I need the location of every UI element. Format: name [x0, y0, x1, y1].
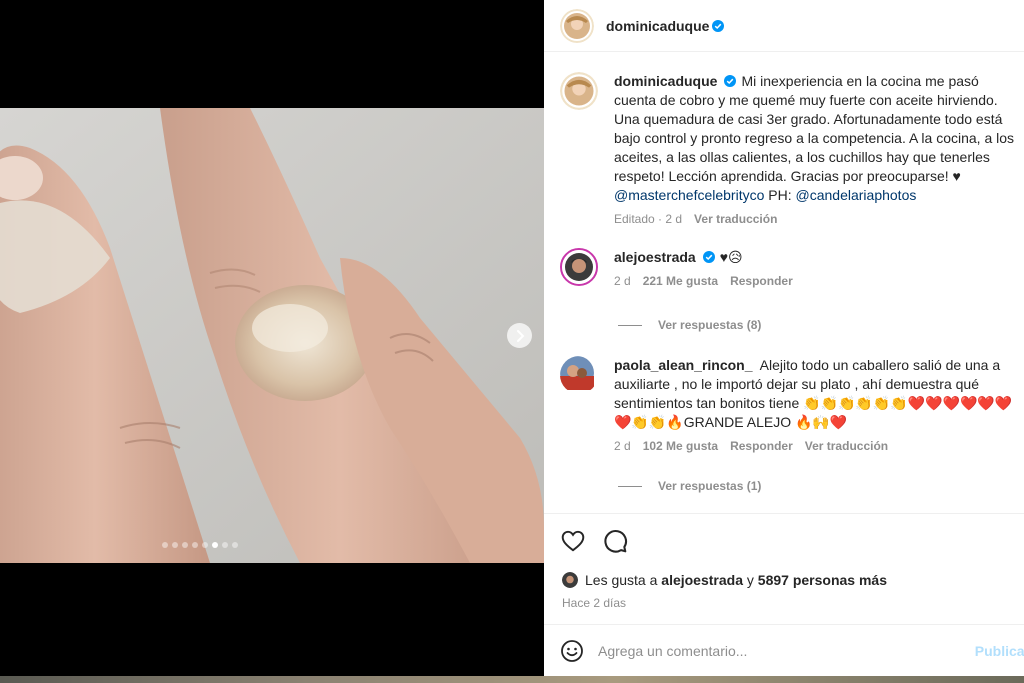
comment-meta: 2 d 221 Me gusta Responder — [614, 273, 1024, 289]
carousel-dot — [192, 542, 198, 548]
chevron-right-icon — [516, 329, 524, 342]
translate-link[interactable]: Ver traducción — [805, 439, 888, 453]
instagram-post-modal: dominicaduque dominicaduque Mi inexperie… — [0, 0, 1024, 683]
publish-button[interactable]: Publicar — [975, 643, 1024, 659]
post-side-panel: dominicaduque dominicaduque Mi inexperie… — [544, 0, 1024, 676]
verified-badge-icon — [702, 251, 715, 263]
comment-likes[interactable]: 221 Me gusta — [643, 274, 718, 288]
comment-username[interactable]: paola_alean_rincon_ — [614, 357, 753, 373]
heart-icon — [561, 530, 585, 552]
post-photo — [0, 108, 544, 563]
background-strip — [0, 676, 1024, 683]
carousel-dot — [202, 542, 208, 548]
carousel-dot — [232, 542, 238, 548]
carousel-indicator — [162, 542, 238, 548]
caption-username[interactable]: dominicaduque — [614, 73, 717, 89]
carousel-dot — [182, 542, 188, 548]
likes-others[interactable]: 5897 personas más — [758, 572, 887, 588]
comment-time: 2 d — [614, 274, 631, 288]
caption-body: dominicaduque Mi inexperiencia en la coci… — [614, 72, 1024, 227]
avatar[interactable] — [560, 8, 594, 43]
post-actions: Les gusta a alejoestrada y 5897 personas… — [544, 513, 1024, 676]
like-button[interactable] — [560, 528, 586, 554]
comment-bubble-icon — [604, 530, 628, 553]
action-icons — [560, 528, 628, 554]
mention-link[interactable]: @masterchefcelebrityco — [614, 187, 764, 203]
carousel-dot — [172, 542, 178, 548]
caption-meta: Editado · 2 d Ver traducción — [614, 211, 1024, 227]
emoji-face-icon[interactable] — [560, 639, 584, 663]
likes-user[interactable]: alejoestrada — [661, 572, 743, 588]
reply-button[interactable]: Responder — [730, 274, 793, 288]
verified-badge-icon — [712, 19, 725, 32]
comment-body: alejoestrada ♥😥 2 d 221 Me gusta Responder — [614, 248, 1024, 289]
comment-time: 2 d — [614, 439, 631, 453]
likes-joiner: y — [746, 572, 754, 588]
add-comment-bar: Publicar — [544, 624, 1024, 676]
verified-badge-icon — [724, 75, 737, 87]
avatar[interactable] — [562, 572, 578, 588]
post-author-username[interactable]: dominicaduque — [606, 18, 709, 34]
post-media — [0, 0, 544, 683]
view-replies-button[interactable]: Ver respuestas (8) — [618, 318, 761, 332]
carousel-dot — [212, 542, 218, 548]
avatar[interactable] — [560, 248, 598, 286]
comments-list[interactable]: dominicaduque Mi inexperiencia en la coci… — [544, 52, 1024, 513]
avatar[interactable] — [560, 356, 598, 394]
caption-text: Mi inexperiencia en la cocina me pasó cu… — [614, 73, 1015, 184]
burned-fingers-photo — [0, 108, 544, 563]
view-replies-button[interactable]: Ver respuestas (1) — [618, 479, 761, 493]
reply-button[interactable]: Responder — [730, 439, 793, 453]
comment-input[interactable] — [598, 643, 958, 659]
comment-body: paola_alean_rincon_ Alejito todo un caba… — [614, 356, 1024, 454]
mention-link[interactable]: @candelariaphotos — [796, 187, 917, 203]
comment-meta: 2 d 102 Me gusta Responder Ver traducción — [614, 438, 1024, 454]
ph-label: PH: — [768, 187, 792, 203]
translate-link[interactable]: Ver traducción — [694, 212, 777, 226]
comment-likes[interactable]: 102 Me gusta — [643, 439, 718, 453]
likes-prefix: Les gusta a — [585, 572, 658, 588]
carousel-dot — [222, 542, 228, 548]
comment-button[interactable] — [602, 528, 628, 554]
edited-label: Editado · 2 d — [614, 212, 683, 226]
avatar[interactable] — [560, 72, 598, 110]
carousel-dot — [162, 542, 168, 548]
comment-username[interactable]: alejoestrada — [614, 249, 696, 265]
post-header: dominicaduque — [544, 0, 1024, 52]
comment-text: ♥😥 — [719, 249, 743, 265]
next-slide-button[interactable] — [507, 323, 532, 348]
post-time: Hace 2 días — [562, 596, 627, 610]
likes-summary: Les gusta a alejoestrada y 5897 personas… — [562, 572, 887, 588]
